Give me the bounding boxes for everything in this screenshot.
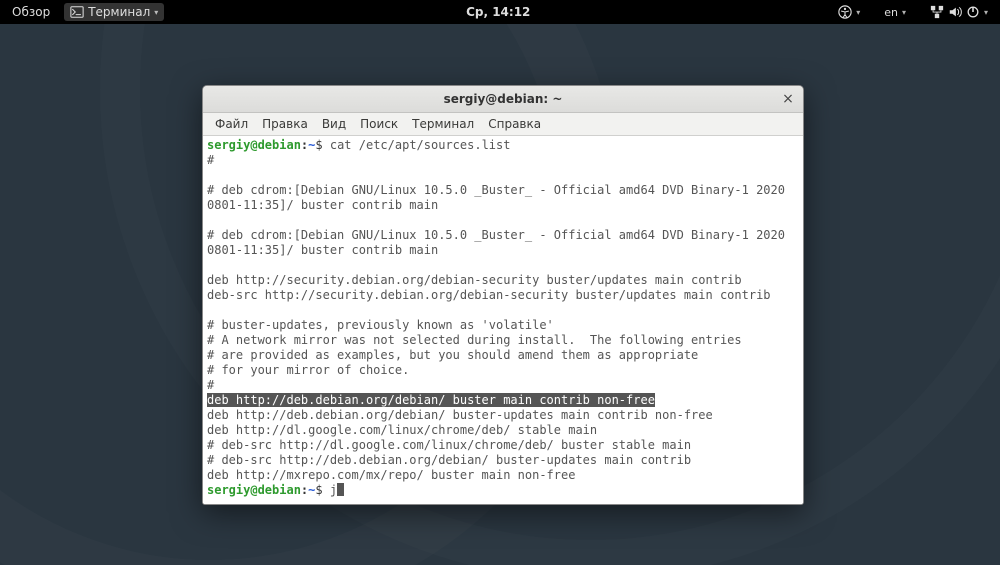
network-icon (930, 5, 944, 19)
top-bar: Обзор Терминал ▾ Ср, 14:12 ▾ en ▾ ▾ (0, 0, 1000, 24)
output-line: # deb cdrom:[Debian GNU/Linux 10.5.0 _Bu… (207, 183, 785, 197)
window-close-button[interactable]: × (779, 90, 797, 108)
power-icon (966, 5, 980, 19)
command-1: cat /etc/apt/sources.list (330, 138, 511, 152)
output-line: deb-src http://security.debian.org/debia… (207, 288, 771, 302)
output-line: # (207, 378, 214, 392)
clock[interactable]: Ср, 14:12 (460, 3, 536, 21)
prompt-user: sergiy@debian (207, 483, 301, 497)
output-line: 0801-11:35]/ buster contrib main (207, 243, 438, 257)
menu-file[interactable]: Файл (209, 115, 254, 133)
prompt-marker: $ (315, 138, 322, 152)
terminal-window: sergiy@debian: ~ × Файл Правка Вид Поиск… (202, 85, 804, 505)
output-line: # deb-src http://dl.google.com/linux/chr… (207, 438, 691, 452)
window-titlebar[interactable]: sergiy@debian: ~ × (203, 86, 803, 113)
output-line: # deb cdrom:[Debian GNU/Linux 10.5.0 _Bu… (207, 228, 785, 242)
input-source-label: en (884, 6, 898, 19)
system-menu[interactable]: ▾ (924, 3, 994, 21)
output-line: deb http://mxrepo.com/mx/repo/ buster ma… (207, 468, 575, 482)
menu-bar: Файл Правка Вид Поиск Терминал Справка (203, 113, 803, 136)
menu-view[interactable]: Вид (316, 115, 352, 133)
text-cursor (337, 483, 344, 496)
app-menu-label: Терминал (88, 5, 150, 19)
menu-help[interactable]: Справка (482, 115, 547, 133)
chevron-down-icon: ▾ (856, 8, 860, 17)
chevron-down-icon: ▾ (902, 8, 906, 17)
accessibility-menu[interactable]: ▾ (832, 3, 866, 21)
prompt-user: sergiy@debian (207, 138, 301, 152)
output-line: # deb-src http://deb.debian.org/debian/ … (207, 453, 691, 467)
output-line: # (207, 153, 214, 167)
output-line: # buster-updates, previously known as 'v… (207, 318, 554, 332)
chevron-down-icon: ▾ (984, 8, 988, 17)
terminal-icon (70, 5, 84, 19)
menu-edit[interactable]: Правка (256, 115, 314, 133)
terminal-output[interactable]: sergiy@debian:~$ cat /etc/apt/sources.li… (203, 136, 803, 504)
chevron-down-icon: ▾ (154, 8, 158, 17)
output-line: deb http://deb.debian.org/debian/ buster… (207, 408, 713, 422)
output-line: # A network mirror was not selected duri… (207, 333, 742, 347)
volume-icon (948, 5, 962, 19)
window-title: sergiy@debian: ~ (203, 92, 803, 106)
output-line: # for your mirror of choice. (207, 363, 409, 377)
output-line: deb http://security.debian.org/debian-se… (207, 273, 742, 287)
menu-search[interactable]: Поиск (354, 115, 404, 133)
app-menu[interactable]: Терминал ▾ (64, 3, 164, 21)
command-2: j (330, 483, 337, 497)
output-line: # are provided as examples, but you shou… (207, 348, 698, 362)
output-line: deb http://dl.google.com/linux/chrome/de… (207, 423, 597, 437)
output-line-selected: deb http://deb.debian.org/debian/ buster… (207, 393, 655, 407)
menu-terminal[interactable]: Терминал (406, 115, 480, 133)
input-source-menu[interactable]: en ▾ (878, 4, 912, 21)
prompt-marker: $ (315, 483, 322, 497)
output-line: 0801-11:35]/ buster contrib main (207, 198, 438, 212)
activities-button[interactable]: Обзор (6, 3, 56, 21)
accessibility-icon (838, 5, 852, 19)
